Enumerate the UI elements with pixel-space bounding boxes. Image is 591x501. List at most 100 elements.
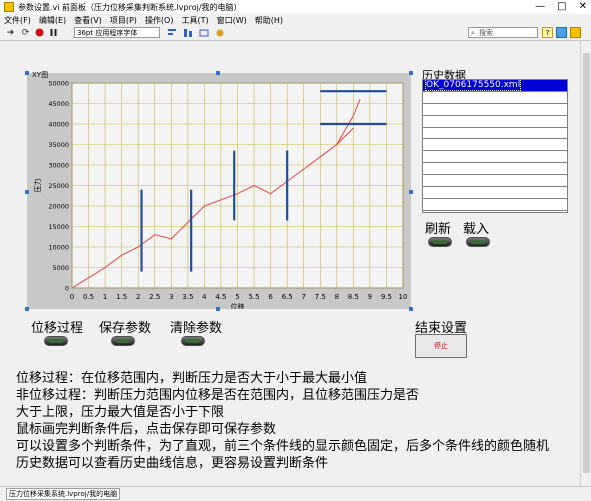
vertical-scrollbar[interactable] [580,41,591,486]
led-light [186,339,200,343]
resize-handle[interactable] [409,307,413,311]
pause-icon[interactable] [48,27,59,38]
x-tick-label: 6.5 [282,293,293,301]
menu-bar: 文件(F) 编辑(E) 查看(V) 项目(P) 操作(O) 工具(T) 窗口(W… [0,14,591,26]
y-tick-label: 15000 [48,223,69,231]
resize-handle[interactable] [409,190,413,194]
y-tick-label: 40000 [48,121,69,129]
x-tick-label: 7.5 [315,293,326,301]
move-process-button[interactable] [44,336,68,346]
menu-window[interactable]: 窗口(W) [213,15,251,26]
x-tick-label: 0.5 [83,293,94,301]
history-item[interactable] [423,116,567,128]
description-line: 位移过程：在位移范围内，判断压力是否大于小于最大最小值 [16,371,368,386]
scrollbar-thumb[interactable] [583,53,590,473]
led-light [433,240,447,244]
resize-handle[interactable] [409,71,413,75]
move-process-label: 位移过程 [31,321,84,336]
project-path: 压力位移采集系统.lvproj/我的电脑 [6,488,121,500]
y-tick-label: 20000 [48,203,69,211]
history-item[interactable] [423,199,567,211]
menu-help[interactable]: 帮助(H) [251,15,287,26]
history-listbox[interactable]: OK_0706175550.xml [422,79,568,213]
history-item[interactable] [423,92,567,104]
y-tick-label: 25000 [48,182,69,190]
search-placeholder: 搜索 [479,29,493,37]
y-tick-label: 0 [65,285,69,293]
history-item[interactable] [423,128,567,140]
status-bar: 压力位移采集系统.lvproj/我的电脑 [0,486,591,501]
resize-handle[interactable] [25,190,29,194]
y-axis-label: 压力 [33,179,42,193]
x-tick-label: 5.5 [248,293,259,301]
x-tick-label: 3 [169,293,173,301]
description-line: 非位移过程：判断压力范围内位移是否在范围内，且位移范围压力是否 [16,388,420,403]
resize-handle[interactable] [216,71,220,75]
clear-params-button[interactable] [181,336,205,346]
font-selector[interactable]: 36pt 应用程序字体 [74,27,160,38]
menu-view[interactable]: 查看(V) [70,15,106,26]
xy-graph[interactable]: XY图 0 0.5 1 1.5 2 2.5 3 3.5 4 4.5 5 5.5 6 6.5 7 7.5 8 8.5… [27,71,411,310]
menu-project[interactable]: 项目(P) [106,15,141,26]
x-tick-label: 0 [70,293,74,301]
run-continuously-icon[interactable]: ⟳ [20,27,31,38]
y-tick-label: 45000 [48,100,69,108]
resize-handle[interactable] [25,307,29,311]
minimize-icon[interactable]: — [535,0,545,14]
x-tick-label: 5 [235,293,239,301]
resize-icon[interactable] [198,27,209,38]
history-item[interactable] [423,139,567,152]
resize-handle[interactable] [216,307,220,311]
save-params-button[interactable] [111,336,135,346]
menu-tools[interactable]: 工具(T) [177,15,212,26]
led-light [49,339,63,343]
labview-vi-icon [4,2,14,12]
vi-icon [570,27,581,38]
x-tick-label: 10 [399,293,408,301]
refresh-button[interactable] [428,237,452,247]
history-item[interactable] [423,187,567,199]
reorder-icon[interactable] [214,27,225,38]
resize-handle[interactable] [25,71,29,75]
y-tick-label: 35000 [48,141,69,149]
close-icon[interactable]: ✕ [579,0,587,14]
x-tick-label: 1 [103,293,107,301]
history-item[interactable] [423,151,567,164]
x-tick-label: 4.5 [215,293,226,301]
align-icon[interactable] [166,27,177,38]
y-tick-label: 30000 [48,162,69,170]
x-tick-label: 9 [368,293,372,301]
abort-icon[interactable] [34,27,45,38]
x-tick-label: 6 [268,293,273,301]
history-item[interactable] [423,175,567,188]
y-tick-label: 50000 [48,80,69,88]
search-icon: ⌕ [471,29,475,37]
x-tick-label: 7 [301,293,305,301]
menu-edit[interactable]: 编辑(E) [35,15,70,26]
refresh-label: 刷新 [425,222,452,237]
load-button[interactable] [466,237,490,247]
y-tick-label: 5000 [52,264,69,272]
maximize-icon[interactable]: □ [557,0,566,14]
x-tick-label: 3.5 [182,293,193,301]
stop-button[interactable]: 停止 [415,334,467,358]
x-tick-label: 8 [335,293,339,301]
history-item[interactable] [423,104,567,116]
menu-file[interactable]: 文件(F) [0,15,35,26]
distribute-icon[interactable] [182,27,193,38]
help-icon[interactable]: ? [542,27,553,38]
x-tick-label: 1.5 [116,293,127,301]
load-label: 载入 [463,222,490,237]
plot-svg[interactable]: 0 0.5 1 1.5 2 2.5 3 3.5 4 4.5 5 5.5 6 6.5 7 7.5 8 8.5 9 9.5… [27,73,411,310]
menu-operate[interactable]: 操作(O) [141,15,178,26]
title-bar: 参数设置.vi 前面板（压力位移采集判断系统.lvproj/我的电脑） — □ … [0,0,591,14]
x-axis-label: 位移 [231,302,245,309]
run-arrow-icon[interactable]: ➜ [5,27,16,38]
search-box[interactable]: ⌕ 搜索 [468,27,538,38]
description-line: 历史数据可以查看历史曲线信息，更容易设置判断条件 [16,456,329,471]
x-tick-label: 2 [136,293,140,301]
description-line: 鼠标画完判断条件后，点击保存即可保存参数 [16,422,277,437]
x-tick-label: 4 [202,293,207,301]
history-item[interactable] [423,163,567,176]
history-item[interactable]: OK_0706175550.xml [423,80,567,92]
